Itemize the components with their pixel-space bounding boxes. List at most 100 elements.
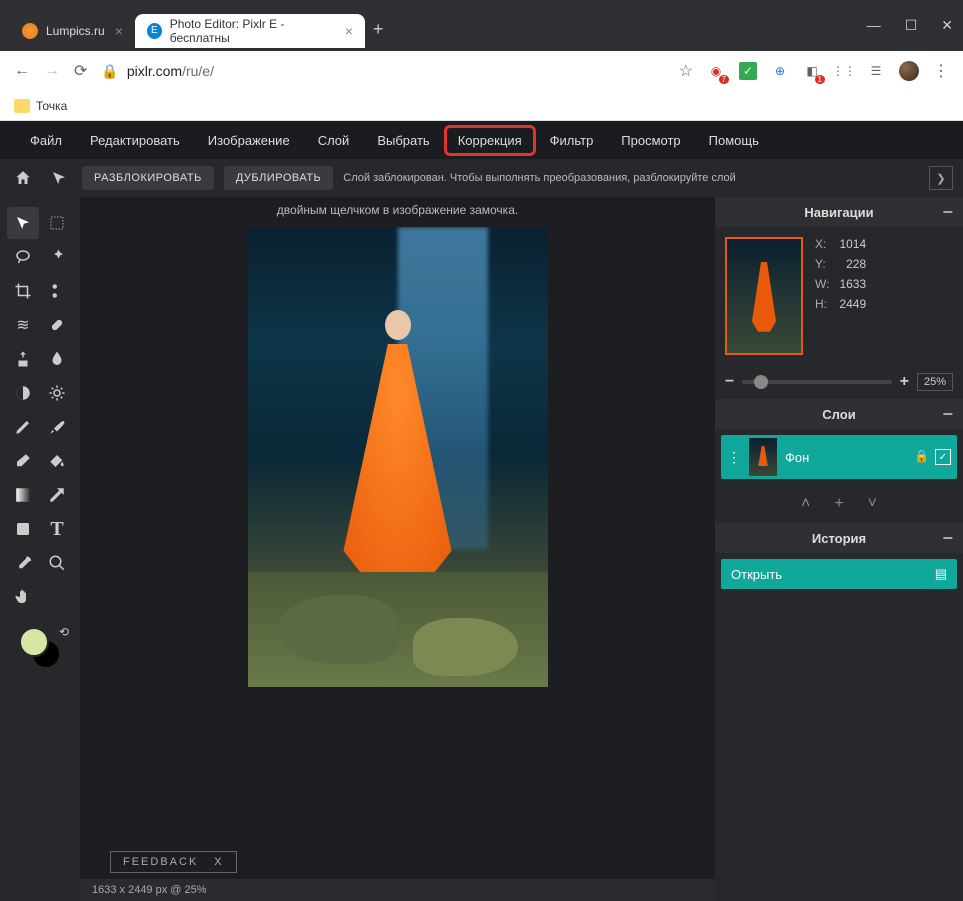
layer-item[interactable]: ⋮ Фон 🔒 ✓: [721, 435, 957, 479]
crop-tool[interactable]: [7, 275, 39, 307]
reading-list-icon[interactable]: ☰: [867, 62, 885, 80]
address-bar: ← → ⟳ 🔒 pixlr.com/ru/e/ ☆ ◉ ✓ ⊕ ◧ ⋮⋮ ☰ ⋮: [0, 51, 963, 91]
add-layer-button[interactable]: +: [834, 495, 843, 513]
history-item-icon: ▤: [935, 566, 947, 582]
browser-menu-icon[interactable]: ⋮: [933, 61, 949, 81]
layer-up-button[interactable]: ˄: [801, 495, 810, 513]
menu-adjustment[interactable]: Коррекция: [444, 125, 536, 156]
collapse-icon[interactable]: −: [942, 528, 953, 549]
pen-tool[interactable]: [7, 411, 39, 443]
eraser-tool[interactable]: [7, 445, 39, 477]
foreground-color[interactable]: [19, 627, 49, 657]
url-input[interactable]: 🔒 pixlr.com/ru/e/: [101, 63, 664, 80]
text-tool[interactable]: T: [41, 513, 73, 545]
zoom-out-button[interactable]: −: [725, 373, 734, 391]
extension-check-icon[interactable]: ✓: [739, 62, 757, 80]
history-item[interactable]: Открыть ▤: [721, 559, 957, 589]
color-swatches[interactable]: ⟲: [19, 627, 61, 669]
history-panel: Открыть ▤: [715, 553, 963, 595]
back-button[interactable]: ←: [14, 62, 30, 80]
image-canvas[interactable]: [248, 227, 548, 687]
folder-icon: [14, 99, 30, 113]
lasso-tool[interactable]: [7, 241, 39, 273]
menu-image[interactable]: Изображение: [194, 125, 304, 156]
navigation-panel-header[interactable]: Навигации −: [715, 197, 963, 227]
duplicate-button[interactable]: ДУБЛИРОВАТЬ: [224, 166, 333, 190]
tool-options-bar: РАЗБЛОКИРОВАТЬ ДУБЛИРОВАТЬ Слой заблокир…: [0, 159, 963, 197]
swap-colors-icon[interactable]: ⟲: [59, 625, 69, 639]
navigation-panel: X:1014 Y:228 W:1633 H:2449: [715, 227, 963, 365]
replace-color-tool[interactable]: [41, 479, 73, 511]
collapse-icon[interactable]: −: [942, 202, 953, 223]
extension-globe-icon[interactable]: ⊕: [771, 62, 789, 80]
blur-tool[interactable]: [41, 343, 73, 375]
history-label: Открыть: [731, 567, 782, 582]
layer-thumbnail[interactable]: [749, 438, 777, 476]
navigator-thumbnail[interactable]: [725, 237, 803, 355]
history-panel-header[interactable]: История −: [715, 523, 963, 553]
menu-edit[interactable]: Редактировать: [76, 125, 194, 156]
layers-panel-header[interactable]: Слои −: [715, 399, 963, 429]
cutout-tool[interactable]: [41, 275, 73, 307]
feedback-widget[interactable]: FEEDBACK X: [110, 851, 237, 873]
dodge-tool[interactable]: [7, 377, 39, 409]
tool-palette: ≋ T: [0, 197, 80, 901]
collapse-icon[interactable]: −: [942, 404, 953, 425]
app-menubar: Файл Редактировать Изображение Слой Выбр…: [0, 121, 963, 159]
extensions-menu-icon[interactable]: ⋮⋮: [835, 62, 853, 80]
sponge-tool[interactable]: [41, 377, 73, 409]
bookmarks-bar: Точка: [0, 91, 963, 121]
fill-tool[interactable]: [41, 445, 73, 477]
feedback-close-icon[interactable]: X: [214, 856, 223, 868]
layer-drag-handle-icon[interactable]: ⋮: [727, 449, 741, 466]
hand-tool[interactable]: [7, 581, 39, 613]
new-tab-button[interactable]: +: [373, 19, 384, 40]
heal-tool[interactable]: [41, 309, 73, 341]
brush-tool[interactable]: [41, 411, 73, 443]
menu-file[interactable]: Файл: [16, 125, 76, 156]
menu-filter[interactable]: Фильтр: [536, 125, 608, 156]
layer-visibility-checkbox[interactable]: ✓: [935, 449, 951, 465]
close-window-button[interactable]: ✕: [941, 17, 953, 34]
wand-tool[interactable]: [41, 241, 73, 273]
close-tab-icon[interactable]: ×: [115, 23, 123, 39]
nav-w-value: 1633: [839, 277, 866, 291]
eyedropper-tool[interactable]: [7, 547, 39, 579]
nav-x-label: X:: [815, 237, 826, 251]
layer-lock-icon[interactable]: 🔒: [914, 449, 929, 465]
minimize-button[interactable]: —: [867, 17, 881, 34]
layer-down-button[interactable]: ˅: [868, 495, 877, 513]
home-button[interactable]: [10, 165, 36, 191]
move-tool[interactable]: [7, 207, 39, 239]
zoom-in-button[interactable]: +: [900, 373, 909, 391]
menu-view[interactable]: Просмотр: [607, 125, 694, 156]
clone-tool[interactable]: [7, 343, 39, 375]
zoom-tool[interactable]: [41, 547, 73, 579]
marquee-tool[interactable]: [41, 207, 73, 239]
maximize-button[interactable]: ☐: [905, 17, 918, 34]
unlock-button[interactable]: РАЗБЛОКИРОВАТЬ: [82, 166, 214, 190]
menu-layer[interactable]: Слой: [304, 125, 364, 156]
panel-toggle-button[interactable]: ❯: [929, 166, 953, 190]
reload-button[interactable]: ⟳: [74, 61, 87, 81]
liquify-tool[interactable]: ≋: [7, 309, 39, 341]
zoom-slider[interactable]: [742, 380, 891, 384]
tab-pixlr[interactable]: E Photo Editor: Pixlr E - бесплатны ×: [135, 14, 365, 48]
star-bookmark-icon[interactable]: ☆: [679, 61, 693, 81]
extension-1-icon[interactable]: ◉: [707, 62, 725, 80]
gradient-tool[interactable]: [7, 479, 39, 511]
move-tool-icon[interactable]: [46, 165, 72, 191]
profile-avatar[interactable]: [899, 61, 919, 81]
canvas-dimensions: 1633 x 2449 px @ 25%: [92, 884, 207, 896]
shape-tool[interactable]: [7, 513, 39, 545]
tab-lumpics[interactable]: Lumpics.ru ×: [10, 14, 135, 48]
extension-4-icon[interactable]: ◧: [803, 62, 821, 80]
bookmark-item[interactable]: Точка: [36, 99, 67, 113]
menu-select[interactable]: Выбрать: [363, 125, 443, 156]
url-path: /ru/e/: [182, 63, 214, 79]
main-workspace: ≋ T: [0, 197, 963, 901]
zoom-value[interactable]: 25%: [917, 373, 953, 391]
close-tab-icon[interactable]: ×: [345, 23, 353, 39]
menu-help[interactable]: Помощь: [695, 125, 773, 156]
forward-button[interactable]: →: [44, 62, 60, 80]
